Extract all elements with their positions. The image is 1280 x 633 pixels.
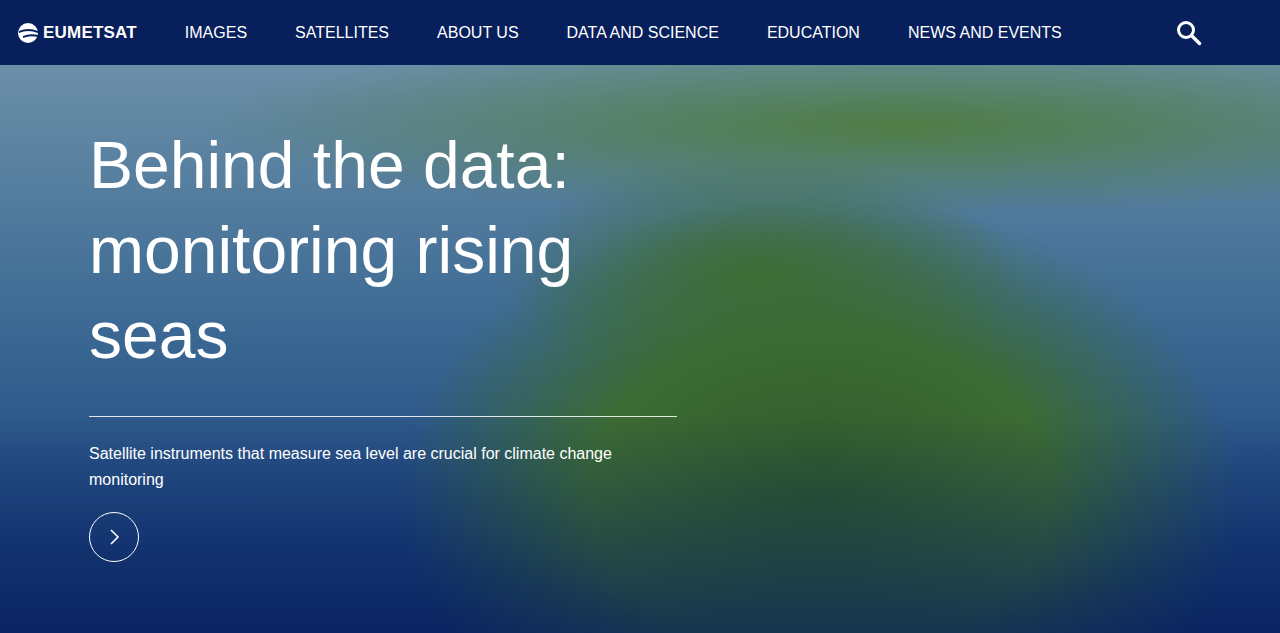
globe-logo-icon — [17, 22, 39, 44]
menu-item[interactable]: IMAGES — [185, 24, 247, 42]
logo-text: EUMETSAT — [43, 23, 137, 43]
logo[interactable]: EUMETSAT — [17, 22, 137, 44]
menu-item[interactable]: EDUCATION — [767, 24, 860, 42]
nav-bar: EUMETSAT IMAGES SATELLITES ABOUT US DATA AND… — [0, 0, 1280, 65]
hero-banner: Behind the data: monitoring rising seas S… — [0, 65, 1280, 633]
hero-content: Behind the data: monitoring rising seas S… — [89, 123, 679, 562]
search-button[interactable] — [1175, 19, 1203, 47]
hero-divider — [89, 416, 677, 417]
page: EUMETSAT IMAGES SATELLITES ABOUT US DATA AND… — [0, 0, 1280, 633]
search-icon — [1176, 20, 1202, 46]
menu-item[interactable]: ABOUT US — [437, 24, 519, 42]
chevron-right-icon — [107, 528, 121, 546]
menu-item[interactable]: NEWS AND EVENTS — [908, 24, 1062, 42]
read-more-button[interactable] — [89, 512, 139, 562]
hero-title: Behind the data: monitoring rising seas — [89, 123, 679, 378]
menu-item[interactable]: DATA AND SCIENCE — [567, 24, 719, 42]
menu-item[interactable]: SATELLITES — [295, 24, 389, 42]
hero-subtitle: Satellite instruments that measure sea l… — [89, 441, 639, 493]
main-menu: IMAGES SATELLITES ABOUT US DATA AND SCIENCE… — [185, 24, 1175, 42]
